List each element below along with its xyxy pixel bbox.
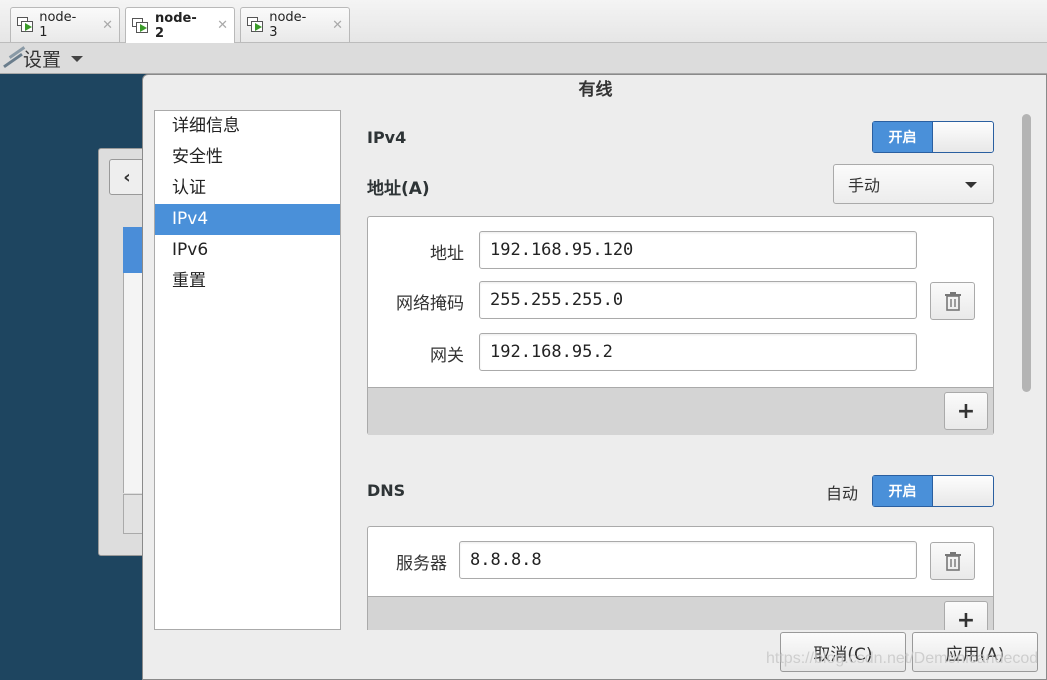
trash-icon	[944, 552, 961, 571]
toggle-on-label: 开启	[873, 122, 933, 152]
dns-server-input[interactable]: 8.8.8.8	[459, 541, 917, 579]
dns-box: 服务器 8.8.8.8 +	[367, 526, 994, 630]
back-button[interactable]: ‹	[109, 159, 145, 195]
add-dns-button[interactable]: +	[944, 601, 988, 630]
close-icon[interactable]: ✕	[217, 18, 228, 33]
dns-server-label: 服务器	[396, 554, 447, 574]
gateway-input[interactable]: 192.168.95.2	[479, 333, 917, 371]
address-box-footer: +	[368, 387, 993, 435]
vm-tab-label: node-2	[155, 10, 197, 41]
vm-tab-node-2[interactable]: node-2 ✕	[125, 7, 235, 43]
settings-menu-label: 设置	[23, 49, 62, 71]
vm-tab-bar: node-1 ✕ node-2 ✕ node-3 ✕	[0, 0, 1047, 43]
add-address-button[interactable]: +	[944, 392, 988, 430]
ipv4-section-title: IPv4	[367, 128, 407, 147]
ipv4-toggle[interactable]: 开启	[872, 121, 994, 153]
vm-tab-label: node-3	[269, 10, 307, 40]
address-label: 地址	[430, 244, 464, 264]
vm-tab-node-3[interactable]: node-3 ✕	[240, 7, 350, 42]
scrollbar-thumb[interactable]	[1022, 114, 1031, 392]
address-box: 地址 192.168.95.120 网络掩码 255.255.255.0 网关 …	[367, 216, 994, 435]
sidebar-item-security[interactable]: 安全性	[155, 142, 340, 173]
toggle-knob	[933, 122, 993, 152]
toggle-on-label: 开启	[873, 476, 933, 506]
vm-tab-label: node-1	[39, 10, 77, 40]
chevron-down-icon	[965, 182, 977, 188]
trash-icon	[944, 292, 961, 311]
dns-section-title: DNS	[367, 481, 406, 500]
dialog-scrollbar[interactable]	[1019, 110, 1033, 670]
top-menubar: 设置	[0, 43, 1047, 74]
settings-menu[interactable]: 设置	[23, 45, 84, 72]
netmask-input[interactable]: 255.255.255.0	[479, 281, 917, 319]
netmask-label: 网络掩码	[396, 294, 464, 314]
address-method-label: 地址(A)	[367, 179, 430, 199]
vm-tab-node-1[interactable]: node-1 ✕	[10, 7, 120, 42]
sidebar-item-details[interactable]: 详细信息	[155, 111, 340, 142]
vm-icon	[247, 17, 263, 33]
wired-settings-dialog: 有线 详细信息 安全性 认证 IPv4 IPv6 重置 IPv4 开启 地址(A…	[142, 74, 1047, 680]
address-method-dropdown[interactable]: 手动	[833, 164, 994, 204]
vm-icon	[17, 17, 33, 33]
sidebar-item-ipv6[interactable]: IPv6	[155, 235, 340, 266]
dns-auto-toggle[interactable]: 开启	[872, 475, 994, 507]
close-icon[interactable]: ✕	[102, 18, 113, 33]
delete-address-button[interactable]	[930, 282, 975, 320]
address-method-value: 手动	[848, 176, 881, 195]
chevron-down-icon	[71, 55, 84, 62]
vm-icon	[132, 17, 149, 34]
sidebar-item-auth[interactable]: 认证	[155, 173, 340, 204]
dns-box-footer: +	[368, 596, 993, 630]
dialog-title: 有线	[578, 80, 613, 100]
watermark: https://blog.csdn.net/Demonicandecod	[766, 650, 1039, 667]
dns-auto-label: 自动	[826, 484, 859, 503]
delete-dns-button[interactable]	[930, 542, 975, 580]
sidebar-item-reset[interactable]: 重置	[155, 266, 340, 297]
gateway-label: 网关	[430, 346, 464, 366]
dialog-sidebar: 详细信息 安全性 认证 IPv4 IPv6 重置	[154, 110, 341, 630]
toggle-knob	[933, 476, 993, 506]
sidebar-item-ipv4[interactable]: IPv4	[155, 204, 340, 235]
close-icon[interactable]: ✕	[332, 18, 343, 33]
address-input[interactable]: 192.168.95.120	[479, 231, 917, 269]
